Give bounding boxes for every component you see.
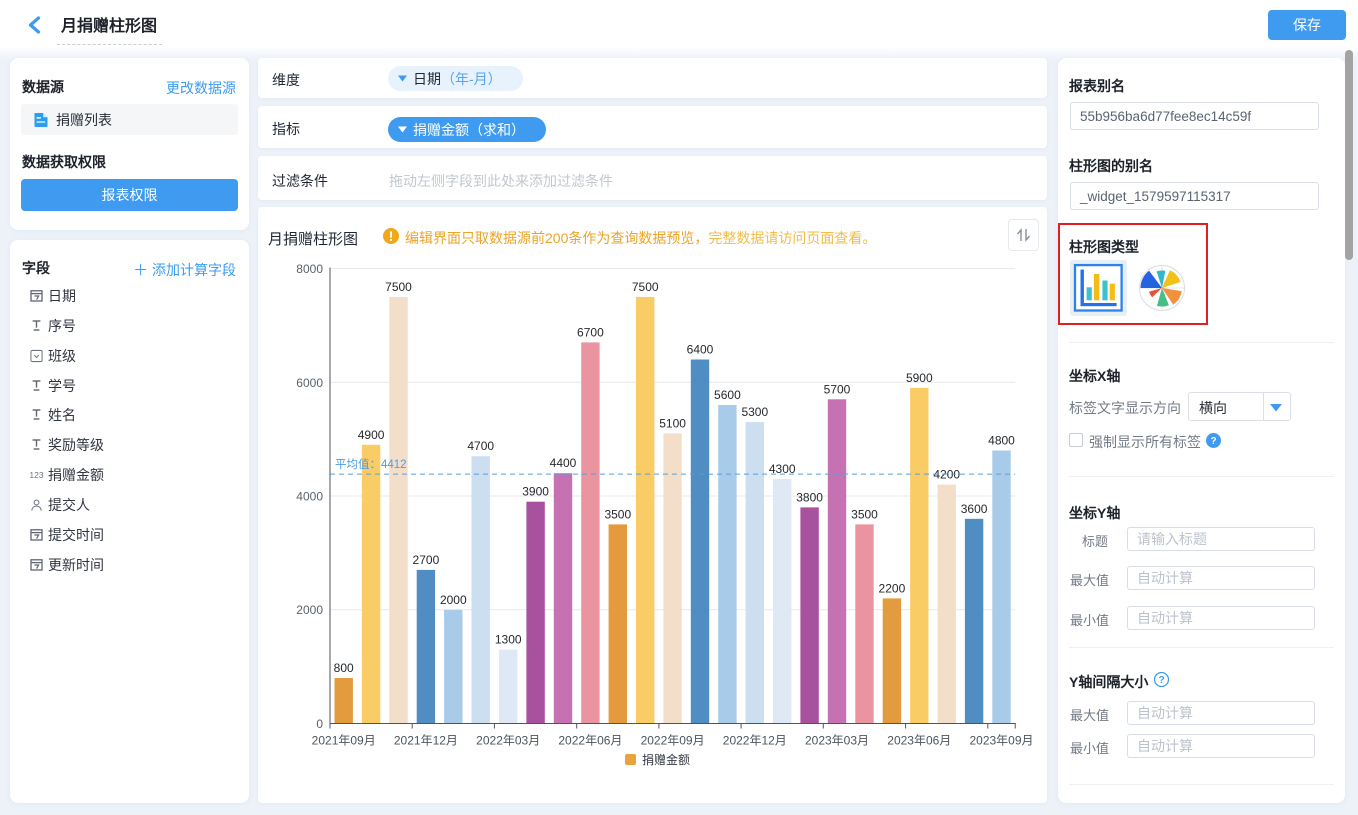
svg-text:4700: 4700 — [467, 439, 494, 453]
svg-text:2200: 2200 — [879, 581, 906, 595]
svg-text:4900: 4900 — [358, 428, 385, 442]
svg-text:4800: 4800 — [988, 434, 1015, 448]
svg-text:2022年09月: 2022年09月 — [641, 734, 705, 748]
svg-text:3900: 3900 — [522, 485, 549, 499]
svg-text:2021年12月: 2021年12月 — [394, 734, 458, 748]
svg-text:8000: 8000 — [296, 262, 323, 276]
svg-text:6000: 6000 — [296, 376, 323, 390]
svg-text:平均值：4412: 平均值：4412 — [335, 458, 407, 471]
svg-text:7500: 7500 — [385, 280, 412, 294]
svg-text:?: ? — [1158, 675, 1164, 686]
svg-text:6700: 6700 — [577, 325, 604, 339]
svg-text:2022年06月: 2022年06月 — [558, 734, 622, 748]
svg-text:5700: 5700 — [824, 382, 851, 396]
svg-text:0: 0 — [316, 717, 323, 731]
svg-text:2022年12月: 2022年12月 — [723, 734, 787, 748]
svg-text:4000: 4000 — [296, 490, 323, 504]
svg-text:2022年03月: 2022年03月 — [476, 734, 540, 748]
svg-text:2700: 2700 — [413, 553, 440, 567]
svg-text:3600: 3600 — [961, 502, 988, 516]
svg-text:6400: 6400 — [687, 343, 714, 357]
svg-text:7500: 7500 — [632, 280, 659, 294]
svg-text:4400: 4400 — [550, 456, 577, 470]
svg-text:5600: 5600 — [714, 388, 741, 402]
svg-text:2023年09月: 2023年09月 — [969, 734, 1033, 748]
svg-text:5900: 5900 — [906, 371, 933, 385]
svg-text:1300: 1300 — [495, 633, 522, 647]
svg-text:800: 800 — [334, 661, 354, 675]
svg-text:2023年03月: 2023年03月 — [805, 734, 869, 748]
svg-text:捐赠金额: 捐赠金额 — [642, 752, 690, 767]
svg-text:2023年06月: 2023年06月 — [887, 734, 951, 748]
svg-text:2000: 2000 — [440, 593, 467, 607]
svg-text:2021年09月: 2021年09月 — [312, 734, 376, 748]
svg-text:?: ? — [1210, 436, 1216, 447]
svg-text:2000: 2000 — [296, 603, 323, 617]
svg-text:3800: 3800 — [796, 490, 823, 504]
svg-text:3500: 3500 — [604, 507, 631, 521]
svg-text:5100: 5100 — [659, 416, 686, 430]
svg-text:5300: 5300 — [741, 405, 768, 419]
svg-text:3500: 3500 — [851, 507, 878, 521]
